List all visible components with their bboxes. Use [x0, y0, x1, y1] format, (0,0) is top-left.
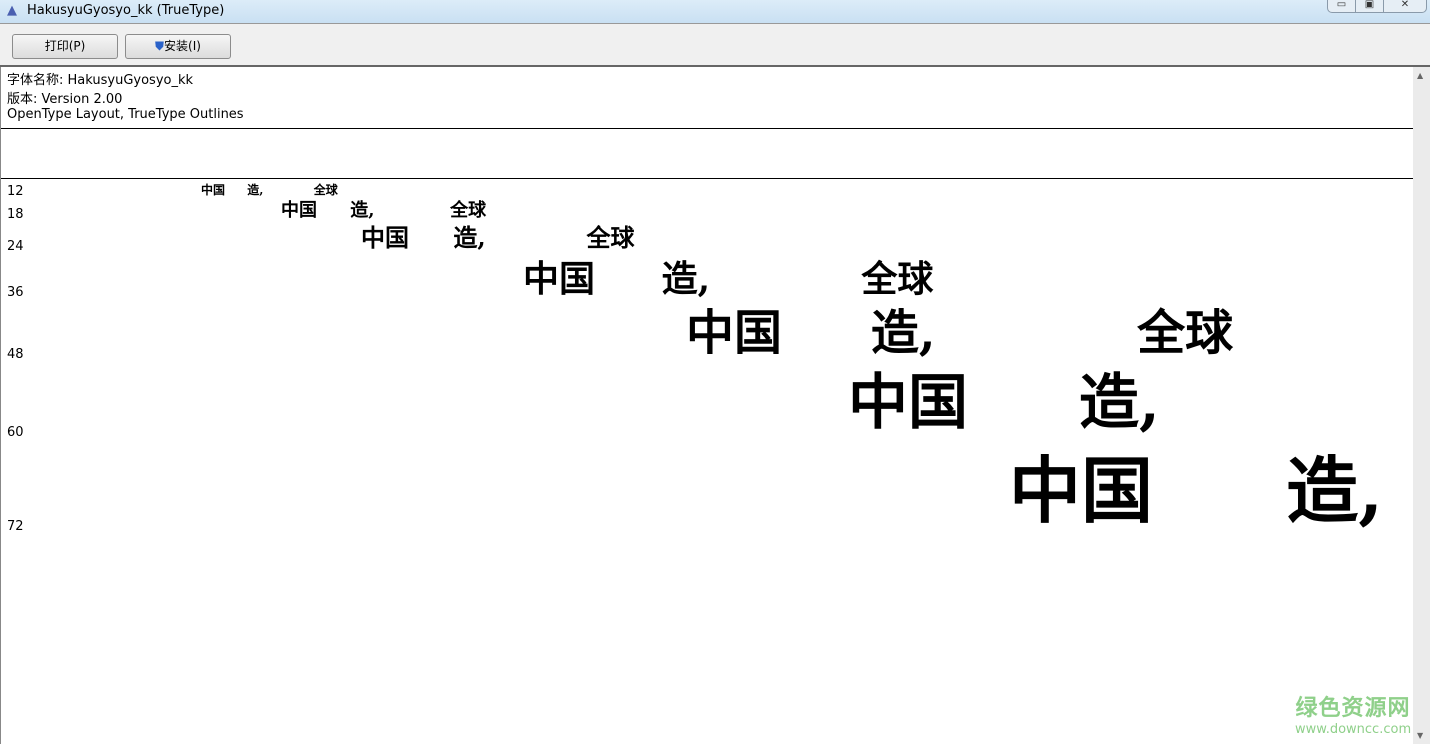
sample-18: 中国造,全球 [281, 202, 486, 220]
toolbar: 打印(P) ⛊安装(I) [0, 23, 1430, 67]
font-preview: 字体名称: HakusyuGyosyo_kk 版本: Version 2.00 … [0, 67, 1413, 744]
sample-72: 中国造, [1009, 455, 1383, 527]
window-title: HakusyuGyosyo_kk (TrueType) [27, 3, 224, 18]
scroll-down-arrow-icon[interactable]: ▼ [1417, 731, 1423, 740]
sample-36: 中国造,全球 [523, 261, 933, 297]
size-label: 48 [7, 347, 24, 362]
watermark: 绿色资源网 www.downcc.com [1295, 690, 1411, 737]
size-label: 36 [7, 285, 24, 300]
watermark-cn: 绿色资源网 [1295, 690, 1411, 722]
shield-icon: ⛊ [155, 39, 164, 53]
title-bar: ▲ HakusyuGyosyo_kk (TrueType) ▭ ▣ ✕ [0, 0, 1430, 23]
minimize-button[interactable]: ▭ [1328, 0, 1356, 12]
size-label: 12 [7, 184, 24, 199]
size-label: 18 [7, 207, 24, 222]
font-version: 版本: Version 2.00 [7, 88, 122, 107]
window-controls: ▭ ▣ ✕ [1327, 0, 1427, 13]
print-button[interactable]: 打印(P) [12, 34, 118, 59]
close-button[interactable]: ✕ [1384, 0, 1426, 12]
sample-48: 中国造,全球 [686, 309, 1233, 357]
sample-24: 中国造,全球 [361, 226, 635, 250]
watermark-url: www.downcc.com [1295, 722, 1411, 737]
divider [1, 128, 1413, 129]
size-label: 72 [7, 519, 24, 534]
sample-60: 中国造, [848, 373, 1160, 433]
size-label: 60 [7, 425, 24, 440]
sample-12: 中国造,全球 [201, 184, 338, 196]
vertical-scrollbar[interactable]: ▲ ▼ [1413, 67, 1430, 744]
scroll-up-arrow-icon[interactable]: ▲ [1417, 71, 1423, 80]
install-label: 安装(I) [164, 39, 201, 53]
font-type: OpenType Layout, TrueType Outlines [7, 107, 244, 122]
font-app-icon: ▲ [7, 3, 17, 18]
font-name: 字体名称: HakusyuGyosyo_kk [7, 69, 193, 88]
maximize-button[interactable]: ▣ [1356, 0, 1384, 12]
size-label: 24 [7, 239, 24, 254]
divider [1, 178, 1413, 179]
install-button[interactable]: ⛊安装(I) [125, 34, 231, 59]
